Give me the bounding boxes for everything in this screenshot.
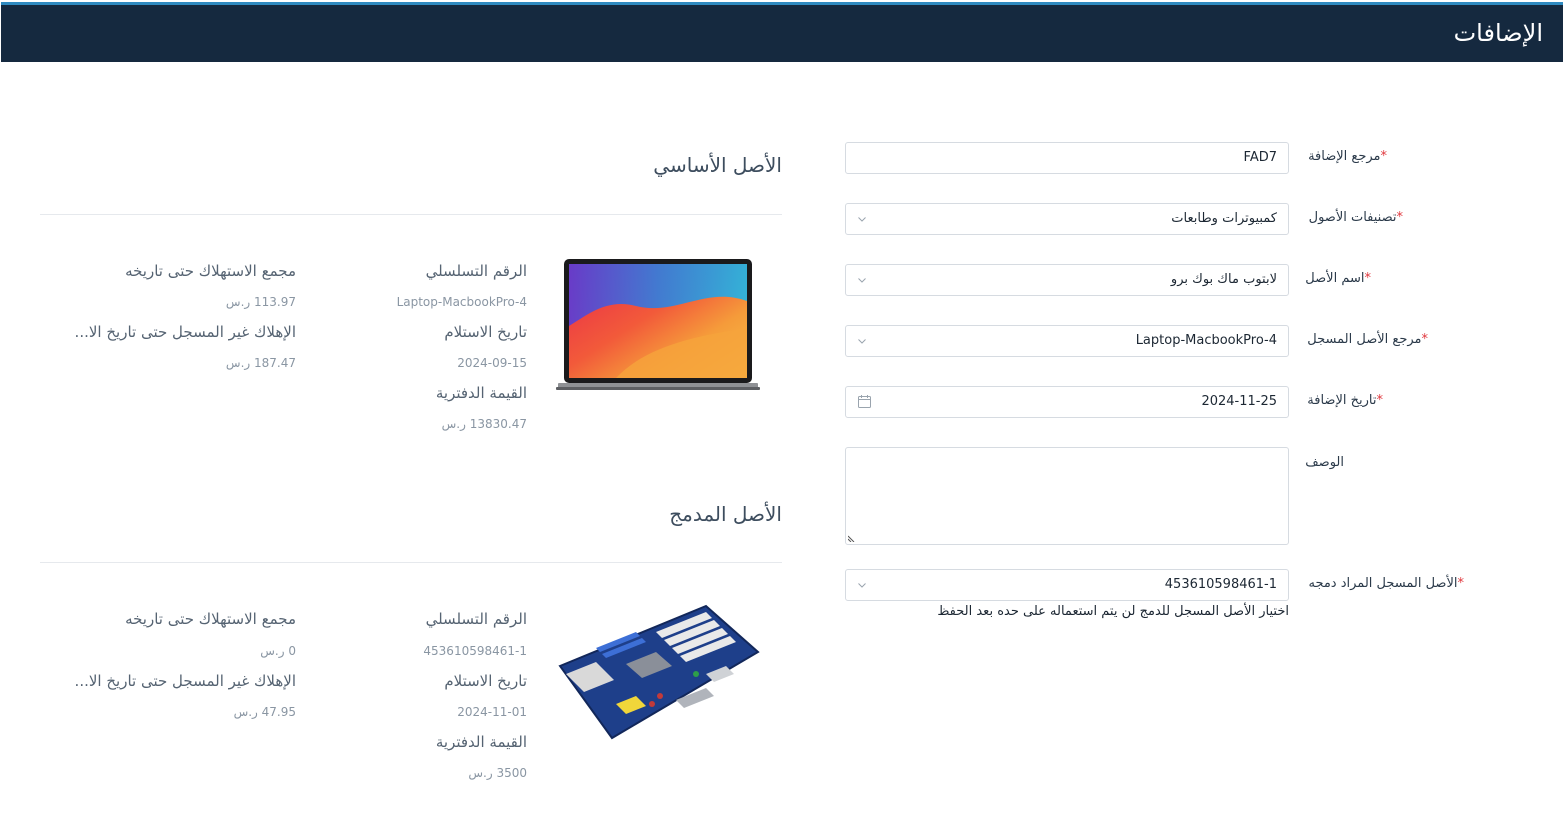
calendar-icon (858, 395, 871, 408)
base-receive-value: 2024-09-15 (457, 356, 527, 370)
base-dep-value: 113.97 ر.س (225, 295, 296, 309)
registered-asset-ref-select[interactable]: Laptop-MacbookPro-4 (845, 325, 1289, 357)
addition-ref-input[interactable]: FAD7 (845, 142, 1289, 174)
base-receive-label: تاريخ الاستلام (444, 323, 527, 341)
merged-unreg-label: الإهلاك غير المسجل حتى تاريخ الا... (74, 672, 296, 690)
registered-asset-ref-label: *مرجع الأصل المسجل (1307, 332, 1428, 347)
base-book-label: القيمة الدفترية (435, 384, 527, 402)
page-header: الإضافات (1, 2, 1563, 62)
laptop-image (556, 259, 760, 390)
asset-categories-select[interactable]: كمبيوترات وطابعات (845, 203, 1289, 235)
chevron-down-icon (858, 339, 866, 344)
base-dep-label: مجمع الاستهلاك حتى تاريخه (125, 262, 296, 280)
merged-receive-value: 2024-11-01 (457, 705, 527, 719)
merge-hint-text: اختيار الأصل المسجل للدمج لن يتم استعمال… (937, 604, 1289, 619)
resize-handle-icon[interactable] (848, 534, 856, 542)
chevron-down-icon (858, 217, 866, 222)
merged-unreg-value: 47.95 ر.س (233, 705, 296, 719)
asset-name-select[interactable]: لابتوب ماك بوك برو (845, 264, 1289, 296)
merged-serial-value: 453610598461-1 (423, 644, 527, 658)
asset-categories-label: *تصنيفات الأصول (1308, 210, 1403, 225)
description-textarea[interactable] (845, 447, 1289, 545)
merge-asset-label: *الأصل المسجل المراد دمجه (1308, 576, 1464, 591)
merged-book-value: 3500 ر.س (468, 766, 527, 780)
divider (40, 562, 782, 563)
merged-asset-title: الأصل المدمج (669, 502, 782, 526)
asset-name-label: *اسم الأصل (1305, 271, 1371, 286)
addition-ref-label: *مرجع الإضافة (1308, 149, 1387, 164)
divider (40, 214, 782, 215)
description-label: الوصف (1305, 455, 1344, 470)
base-book-value: 13830.47 ر.س (441, 417, 527, 431)
merged-receive-label: تاريخ الاستلام (444, 672, 527, 690)
merged-book-label: القيمة الدفترية (435, 733, 527, 751)
merged-dep-label: مجمع الاستهلاك حتى تاريخه (125, 610, 296, 628)
motherboard-image (558, 604, 760, 740)
merged-serial-label: الرقم التسلسلي (425, 610, 527, 628)
chevron-down-icon (858, 278, 866, 283)
base-serial-label: الرقم التسلسلي (425, 262, 527, 280)
merge-asset-select[interactable]: 453610598461-1 (845, 569, 1289, 601)
merged-dep-value: 0 ر.س (260, 644, 296, 658)
page-title: الإضافات (1453, 19, 1543, 47)
addition-date-picker[interactable]: 2024-11-25 (845, 386, 1289, 418)
base-asset-title: الأصل الأساسي (653, 153, 782, 177)
base-unreg-value: 187.47 ر.س (225, 356, 296, 370)
addition-date-label: *تاريخ الإضافة (1307, 393, 1383, 408)
base-unreg-label: الإهلاك غير المسجل حتى تاريخ الا... (74, 323, 296, 341)
chevron-down-icon (858, 583, 866, 588)
base-serial-value: Laptop-MacbookPro-4 (396, 295, 527, 309)
